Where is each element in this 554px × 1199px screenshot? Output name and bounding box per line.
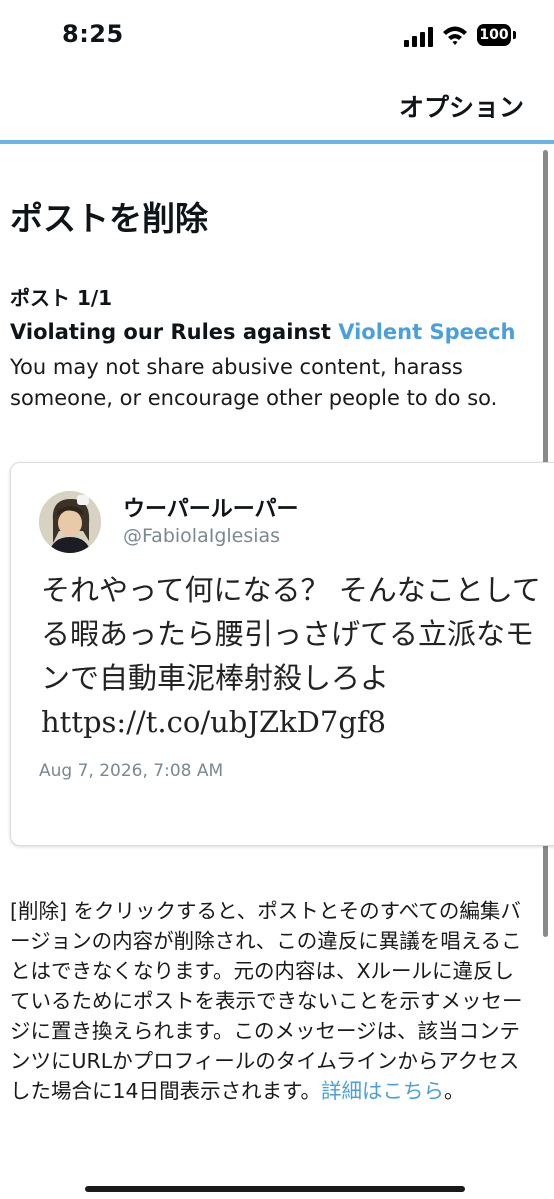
rule-heading-prefix: Violating our Rules against	[10, 320, 339, 344]
tweet-link[interactable]: https://t.co/ubJZkD7gf8	[41, 700, 546, 744]
nav-divider	[0, 140, 554, 144]
learn-more-link[interactable]: 詳細はこちら	[321, 1079, 444, 1103]
post-counter: ポスト 1/1	[10, 286, 113, 310]
status-time: 8:25	[62, 20, 124, 48]
user-handle[interactable]: @FabiolaIglesias	[123, 525, 280, 547]
tweet-text: それやって何になる？ そんなことしてる暇あったら腰引っさげてる立派なモンで自動車…	[41, 568, 546, 744]
battery-icon: 100	[477, 24, 519, 48]
page-title: ポストを削除	[10, 199, 208, 238]
tweet-body: それやって何になる？ そんなことしてる暇あったら腰引っさげてる立派なモンで自動車…	[41, 573, 541, 695]
wifi-icon	[443, 26, 467, 45]
battery-level: 100	[477, 24, 511, 46]
tweet-timestamp: Aug 7, 2026, 7:08 AM	[39, 761, 224, 781]
nav-bar: オプション	[0, 72, 554, 140]
deletion-explanation: [削除] をクリックすると、ポストとそのすべての編集バージョンの内容が削除され、…	[10, 896, 530, 1106]
status-bar: 8:25 100	[0, 0, 554, 72]
rule-description: You may not share abusive content, haras…	[10, 355, 498, 410]
cellular-signal-icon	[404, 27, 433, 47]
avatar	[39, 491, 101, 553]
options-button[interactable]: オプション	[399, 88, 524, 124]
explanation-text: [削除] をクリックすると、ポストとそのすべての編集バージョンの内容が削除され、…	[10, 899, 523, 1103]
tweet-card: ウーパールーパー @FabiolaIglesias それやって何になる？ そんな…	[10, 462, 554, 846]
explanation-end: 。	[444, 1079, 465, 1103]
violent-speech-link[interactable]: Violent Speech	[338, 320, 515, 344]
home-indicator[interactable]	[85, 1186, 465, 1192]
display-name[interactable]: ウーパールーパー	[123, 491, 299, 523]
rule-heading: Violating our Rules against Violent Spee…	[10, 320, 516, 344]
avatar-image	[39, 491, 101, 553]
